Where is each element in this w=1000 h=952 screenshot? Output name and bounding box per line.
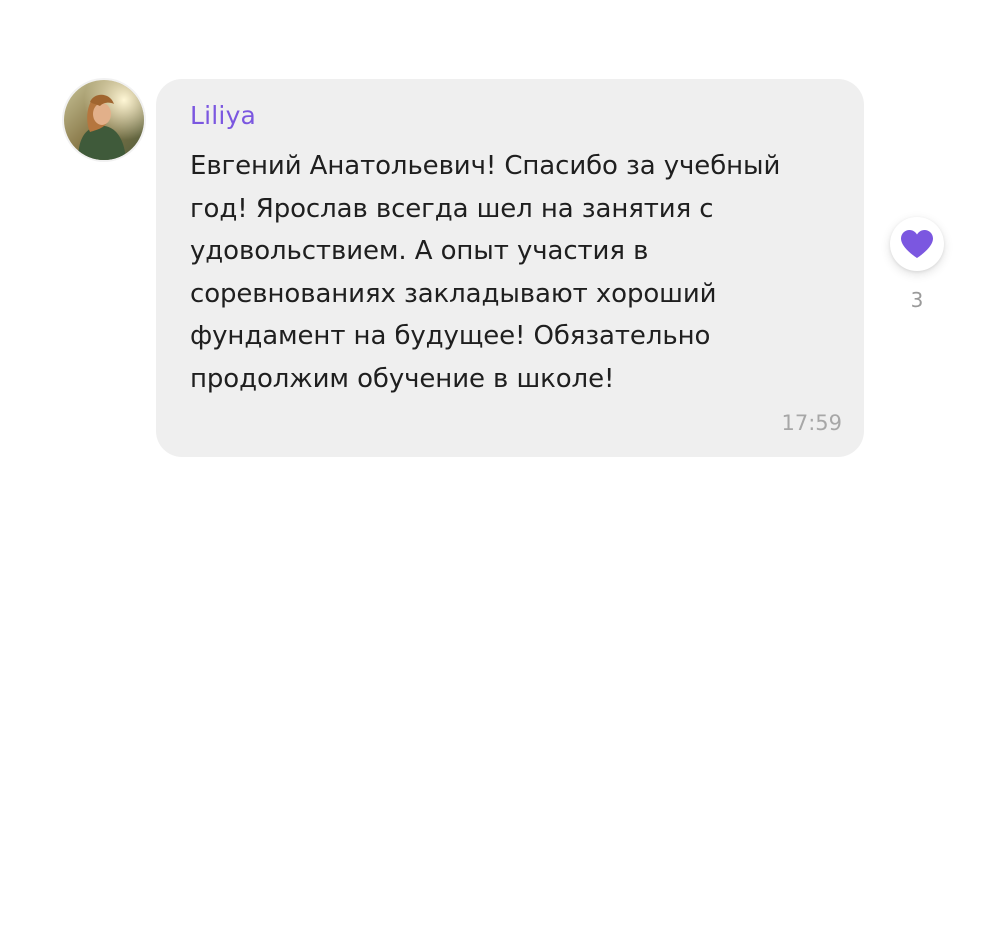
message-timestamp: 17:59	[781, 411, 842, 435]
message-text: Евгений Анатольевич! Спасибо за учебный …	[190, 151, 781, 394]
like-count: 3	[910, 288, 924, 312]
avatar[interactable]	[64, 80, 144, 160]
avatar-photo	[64, 80, 144, 160]
author-name[interactable]: Liliya	[190, 101, 842, 131]
heart-icon	[901, 230, 933, 258]
message-bubble: Liliya Евгений Анатольевич! Спасибо за у…	[156, 79, 864, 457]
like-button[interactable]	[890, 217, 944, 271]
